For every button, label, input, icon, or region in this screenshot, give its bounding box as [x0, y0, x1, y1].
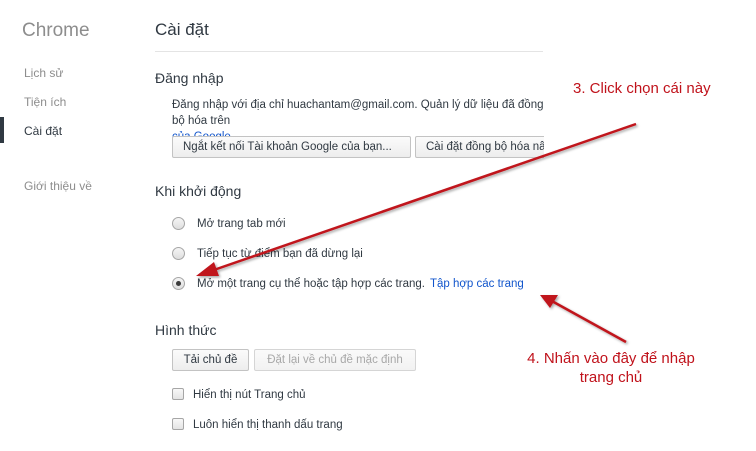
- arrow-step4-head-icon: [540, 295, 558, 308]
- annotation-step3: 3. Click chọn cái này: [573, 80, 711, 97]
- annotation-step4-line1: 4. Nhấn vào đây để nhập: [527, 350, 695, 367]
- arrow-step4-icon: [549, 298, 627, 344]
- arrow-step3-head-icon: [196, 262, 219, 276]
- arrow-step3-icon: [207, 122, 637, 274]
- annotation-step4-line2: trang chủ: [579, 369, 643, 386]
